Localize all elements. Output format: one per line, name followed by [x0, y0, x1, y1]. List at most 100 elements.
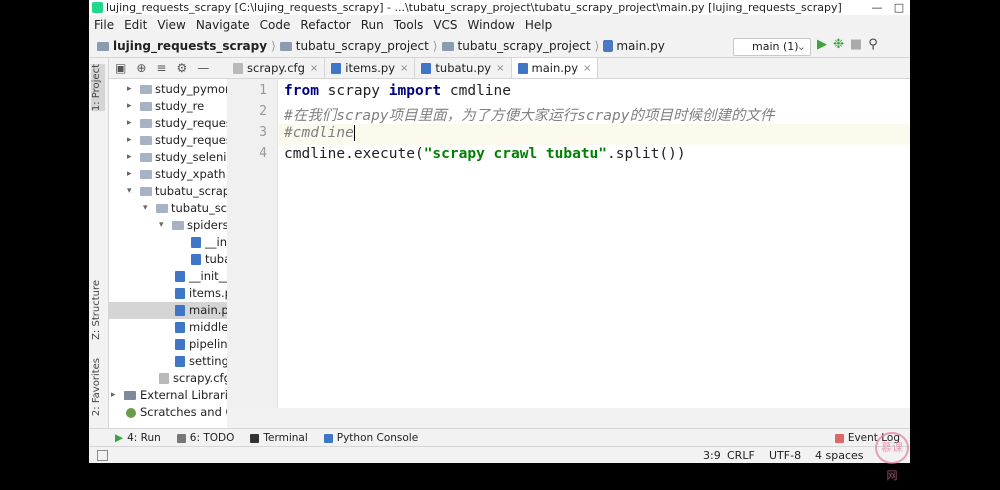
close-icon[interactable]: × [496, 63, 504, 74]
tree-item[interactable]: ▸ study_xpath [109, 166, 227, 183]
tree-item[interactable]: pipeline [109, 336, 227, 353]
breadcrumb-folder-1[interactable]: tubatu_scrapy_project [296, 39, 429, 53]
tree-item[interactable]: ▾ spiders [109, 217, 227, 234]
watermark-logo: 慕课网 [875, 432, 909, 482]
view-mode-icon[interactable]: ▣ [115, 61, 126, 75]
tree-item[interactable]: ▾tubatu_scra [109, 200, 227, 217]
menu-code[interactable]: Code [255, 18, 296, 32]
tree-item[interactable]: __init__. [109, 268, 227, 285]
tree-item-selected[interactable]: main.py [109, 302, 227, 319]
run-config-select[interactable]: main (1) ⌄ [733, 38, 811, 56]
search-icon[interactable]: ⚲ [868, 37, 878, 52]
python-console-icon [323, 433, 333, 443]
tree-item[interactable]: ▾tubatu_scrapy [109, 183, 227, 200]
tree-item[interactable]: items.py [109, 285, 227, 302]
folder-icon [441, 41, 454, 51]
menu-vcs[interactable]: VCS [428, 18, 462, 32]
tree-item[interactable]: tuba [109, 251, 227, 268]
chevron-down-icon: ⌄ [796, 40, 806, 53]
status-bar: 3:9 CRLF UTF-8 4 spaces [89, 446, 910, 463]
close-icon[interactable]: × [583, 63, 591, 74]
structure-tool-tab[interactable]: Z: Structure [91, 280, 102, 340]
tree-item[interactable]: settings [109, 353, 227, 370]
code-line-4: cmdline.execute("scrapy crawl tubatu".sp… [284, 146, 686, 162]
hide-icon[interactable]: — [197, 61, 209, 75]
folder-icon [279, 41, 292, 51]
menu-refactor[interactable]: Refactor [295, 18, 355, 32]
title-bar: lujing_requests_scrapy [C:\lujing_reques… [89, 0, 910, 16]
tab-main-py[interactable]: main.py × [511, 58, 599, 78]
line-separator[interactable]: CRLF [727, 449, 755, 462]
text-cursor [353, 125, 355, 141]
code-editor[interactable]: from scrapy import cmdline #在我们scrapy项目里… [278, 79, 910, 408]
tab-items-py[interactable]: items.py × [325, 58, 416, 78]
maximize-icon[interactable]: □ [888, 0, 910, 15]
terminal-icon [250, 433, 260, 443]
pycharm-logo-icon [92, 2, 103, 13]
folder-icon [97, 41, 109, 51]
todo-icon [176, 433, 186, 443]
collapse-icon[interactable]: ≡ [156, 61, 166, 75]
stop-icon[interactable]: ■ [850, 37, 862, 52]
menu-tools[interactable]: Tools [389, 18, 429, 32]
file-encoding[interactable]: UTF-8 [769, 449, 801, 462]
pycharm-window: lujing_requests_scrapy [C:\lujing_reques… [89, 0, 910, 463]
tree-item[interactable]: ▸study_pymong [109, 81, 227, 98]
toggle-tool-windows-icon[interactable] [97, 450, 108, 461]
tab-tubatu-py[interactable]: tubatu.py × [415, 58, 512, 78]
minimize-icon[interactable]: — [866, 0, 888, 15]
breadcrumb-folder-2[interactable]: tubatu_scrapy_project [458, 39, 591, 53]
menu-run[interactable]: Run [356, 18, 389, 32]
code-line-1: from scrapy import cmdline [284, 83, 511, 99]
tree-item[interactable]: ▸study_requests [109, 132, 227, 149]
tree-item[interactable]: ▸ study_re [109, 98, 227, 115]
python-file-icon [603, 40, 614, 52]
locate-icon[interactable]: ⊕ [136, 61, 146, 75]
breadcrumb-project[interactable]: lujing_requests_scrapy [113, 39, 267, 53]
tree-item[interactable]: Scratches and Co [109, 404, 227, 421]
indent-setting[interactable]: 4 spaces [815, 449, 864, 462]
tree-item[interactable]: ▸study_request [109, 115, 227, 132]
tree-item[interactable]: __ini [109, 234, 227, 251]
project-tool-tab[interactable]: 1: Project [91, 64, 105, 112]
terminal-tool-button[interactable]: Terminal [250, 432, 308, 444]
menu-help[interactable]: Help [520, 18, 557, 32]
menu-edit[interactable]: Edit [119, 18, 152, 32]
menu-bar: File Edit View Navigate Code Refactor Ru… [89, 15, 910, 34]
project-toolbar: ▣ ⊕ ≡ ⚙ — [109, 58, 227, 79]
tab-scrapy-cfg[interactable]: scrapy.cfg × [227, 58, 326, 78]
menu-window[interactable]: Window [463, 18, 520, 32]
tree-item[interactable]: middlev [109, 319, 227, 336]
todo-tool-button[interactable]: 6: TODO [176, 432, 234, 444]
run-config-label: main (1) [752, 40, 799, 53]
bottom-tool-bar: ▶ 4: Run 6: TODO Terminal Python Console … [89, 428, 910, 447]
run-toolbar: ▶ ❉ ■ ⚲ [817, 37, 878, 52]
gear-icon[interactable]: ⚙ [176, 61, 187, 75]
menu-view[interactable]: View [152, 18, 190, 32]
tree-item[interactable]: ▸External Libraries [109, 387, 227, 404]
line-number: 1 [259, 83, 267, 98]
code-line-2: #在我们scrapy项目里面，为了方便大家运行scrapy的项目时候创建的文件 [284, 108, 775, 124]
tree-item[interactable]: ▸study_seleniun [109, 149, 227, 166]
breadcrumb-file[interactable]: main.py [616, 39, 665, 53]
close-icon[interactable]: × [400, 63, 408, 74]
run-icon[interactable]: ▶ [817, 37, 827, 52]
tree-item[interactable]: scrapy.cfg [109, 370, 227, 387]
editor-tabs: scrapy.cfg × items.py × tubatu.py × main.py… [227, 58, 910, 79]
caret-position[interactable]: 3:9 [703, 449, 721, 462]
run-tool-button[interactable]: ▶ 4: Run [115, 432, 161, 444]
window-controls: — □ [866, 0, 910, 15]
python-console-tool-button[interactable]: Python Console [323, 432, 418, 444]
window-title: lujing_requests_scrapy [C:\lujing_reques… [106, 1, 846, 14]
menu-navigate[interactable]: Navigate [191, 18, 255, 32]
line-number-gutter: 1 2 3 4 [227, 79, 278, 408]
line-number: 4 [259, 146, 267, 161]
event-log-icon [834, 433, 844, 443]
close-icon[interactable]: × [310, 63, 318, 74]
left-tool-strip: 1: Project Z: Structure 2: Favorites [89, 58, 109, 428]
debug-icon[interactable]: ❉ [833, 37, 844, 52]
menu-file[interactable]: File [89, 18, 119, 32]
project-panel: ▣ ⊕ ≡ ⚙ — ▸study_pymong ▸study_re ▸study… [109, 58, 227, 428]
code-line-3: #cmdline [284, 125, 355, 141]
favorites-tool-tab[interactable]: 2: Favorites [91, 358, 102, 416]
